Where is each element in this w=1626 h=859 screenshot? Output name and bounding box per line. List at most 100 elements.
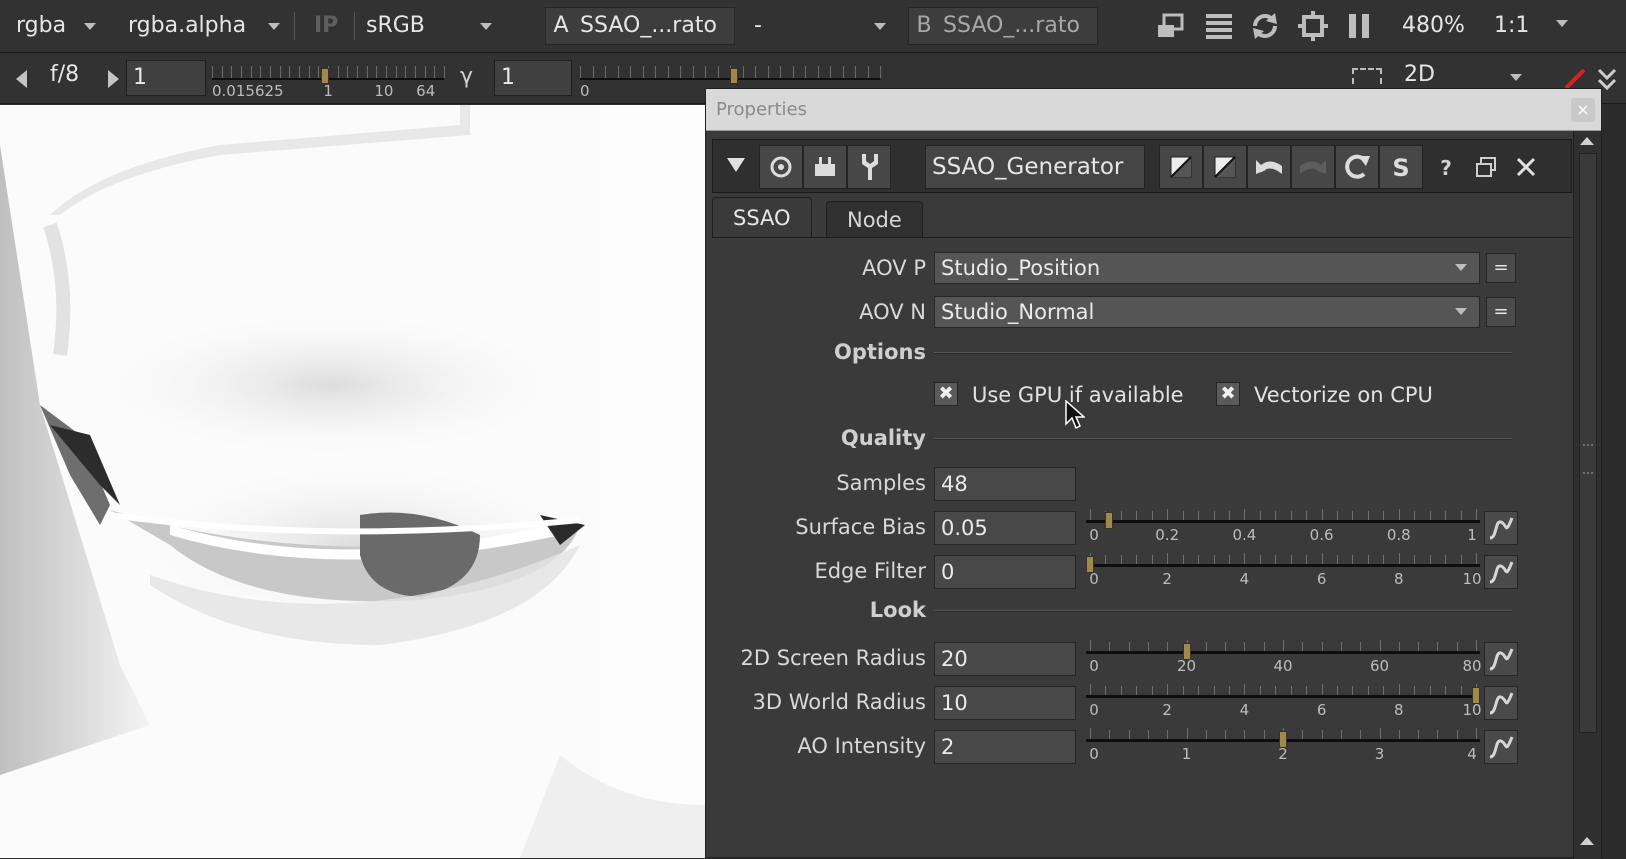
slider-tick [1244, 730, 1246, 739]
compare-mode-dropdown[interactable]: - [740, 8, 896, 44]
slider-track[interactable] [1086, 564, 1480, 567]
slider-tick [1275, 511, 1277, 520]
slider-tick [395, 66, 397, 78]
chevron-down-icon[interactable] [1510, 74, 1522, 81]
fstop-decrease-icon[interactable] [16, 70, 27, 88]
world-radius-label-wrap: 3D World Radius [712, 687, 926, 721]
scanlines-icon[interactable] [1202, 9, 1236, 43]
samples-input[interactable]: 48 [934, 467, 1076, 501]
surface-bias-input[interactable]: 0.05 [934, 511, 1076, 545]
slider-tick [1167, 642, 1169, 651]
refresh-icon[interactable] [1248, 9, 1282, 43]
input-b-selector[interactable]: B SSAO_...rato [908, 7, 1098, 45]
ao-intensity-animation-button[interactable] [1484, 730, 1518, 764]
input-a-selector[interactable]: A SSAO_...rato [545, 7, 735, 45]
viewer-canvas[interactable] [0, 105, 705, 858]
node-name-field[interactable]: SSAO_Generator [925, 145, 1145, 189]
scroll-up-icon[interactable] [1580, 837, 1594, 845]
close-icon[interactable] [1513, 154, 1539, 180]
input-a-value: SSAO_...rato [580, 13, 717, 38]
script-button[interactable]: S [1379, 145, 1423, 189]
gamma-input[interactable]: 1 [494, 60, 572, 96]
screen-radius-slider[interactable]: 0 20 40 60 80 [1086, 639, 1482, 675]
surface-bias-label-wrap: Surface Bias [712, 512, 926, 546]
monitor-out-icon[interactable] [1154, 9, 1188, 43]
undo-icon [1256, 160, 1282, 174]
aov-n-link-button[interactable]: = [1486, 297, 1516, 327]
world-radius-animation-button[interactable] [1484, 686, 1518, 720]
chevron-down-icon[interactable] [1556, 20, 1568, 27]
properties-scrollbar[interactable] [1573, 131, 1601, 859]
slider-track[interactable] [1086, 695, 1480, 698]
zoom-level[interactable]: 480% [1402, 8, 1465, 44]
gain-slider[interactable]: 0.015625 1 10 64 [212, 60, 445, 100]
aov-n-dropdown[interactable]: Studio_Normal [934, 296, 1480, 328]
slider-tick [1290, 555, 1292, 564]
gl-color-button[interactable] [1203, 145, 1247, 189]
edge-filter-input[interactable]: 0 [934, 555, 1076, 589]
redo-button[interactable] [1291, 145, 1335, 189]
slider-tick [1414, 686, 1416, 695]
help-icon[interactable]: ? [1433, 154, 1459, 180]
slider-tick [1306, 511, 1308, 520]
world-radius-input[interactable]: 10 [934, 686, 1076, 720]
surface-bias-slider[interactable]: 0 0.2 0.4 0.6 0.8 1 [1086, 508, 1480, 544]
tab-node[interactable]: Node [826, 201, 923, 237]
ao-intensity-slider[interactable]: 01234 [1086, 727, 1480, 763]
slider-knob[interactable] [1472, 687, 1480, 704]
slider-knob[interactable] [1182, 643, 1191, 660]
slider-tick [592, 66, 594, 78]
close-icon[interactable]: × [1571, 98, 1595, 122]
properties-panel: Properties × SSAO_Generator S ? SSAO Nod… [705, 88, 1602, 859]
slider-tick [805, 66, 806, 78]
tab-ssao[interactable]: SSAO [712, 197, 812, 237]
node-view-button[interactable] [759, 145, 803, 189]
compare-mode-value: - [754, 13, 762, 38]
slider-tick [1120, 555, 1122, 564]
scroll-up-icon[interactable] [1580, 137, 1594, 145]
node-settings-button[interactable] [847, 145, 891, 189]
input-process-button[interactable]: IP [300, 8, 350, 44]
gain-input[interactable]: 1 [126, 60, 206, 96]
slider-knob[interactable] [1105, 512, 1114, 529]
alpha-channel-dropdown[interactable]: rgba.alpha [114, 8, 290, 44]
roi-chip-icon[interactable] [1296, 9, 1330, 43]
view-mode-value[interactable]: 2D [1404, 62, 1435, 87]
use-gpu-checkbox[interactable]: ✖ [934, 382, 958, 406]
undo-button[interactable] [1247, 145, 1291, 189]
surface-bias-animation-button[interactable] [1484, 511, 1518, 545]
slider-tick [655, 66, 656, 78]
aov-p-label: AOV P [862, 256, 926, 280]
screen-radius-input[interactable]: 20 [934, 642, 1076, 676]
slider-tick [642, 66, 644, 78]
chevron-down-icon [84, 23, 96, 30]
slider-knob[interactable] [321, 68, 330, 84]
scrollbar-thumb[interactable] [1579, 153, 1597, 733]
properties-title-bar[interactable]: Properties [706, 89, 1601, 131]
colorspace-dropdown[interactable]: sRGB [352, 8, 502, 44]
slider-knob[interactable] [730, 68, 738, 84]
screen-radius-animation-button[interactable] [1484, 642, 1518, 676]
float-panel-icon[interactable] [1473, 154, 1499, 180]
edge-filter-animation-button[interactable] [1484, 555, 1518, 589]
slider-tick [1198, 511, 1200, 520]
animation-curve-icon [1489, 648, 1514, 671]
color-swatch-button[interactable] [1159, 145, 1203, 189]
aov-p-link-button[interactable]: = [1486, 253, 1516, 283]
ao-intensity-input[interactable]: 2 [934, 730, 1076, 764]
slider-track[interactable] [1086, 651, 1480, 654]
node-input-button[interactable] [803, 145, 847, 189]
edge-filter-slider[interactable]: 0 2 4 6 8 10 [1086, 552, 1482, 588]
slider-knob[interactable] [1086, 556, 1094, 573]
fstop-increase-icon[interactable] [108, 70, 119, 88]
aov-p-dropdown[interactable]: Studio_Position [934, 252, 1480, 284]
collapse-triangle-icon[interactable] [727, 158, 745, 172]
slider-knob[interactable] [1279, 731, 1287, 748]
pause-icon[interactable] [1342, 9, 1376, 43]
vectorize-cpu-checkbox[interactable]: ✖ [1216, 382, 1240, 406]
revert-button[interactable] [1335, 145, 1379, 189]
ssao-render-image [0, 105, 705, 858]
slider-track[interactable] [1086, 520, 1480, 523]
world-radius-slider[interactable]: 0 2 4 6 8 10 [1086, 683, 1482, 719]
channels-dropdown[interactable]: rgba [2, 8, 106, 44]
